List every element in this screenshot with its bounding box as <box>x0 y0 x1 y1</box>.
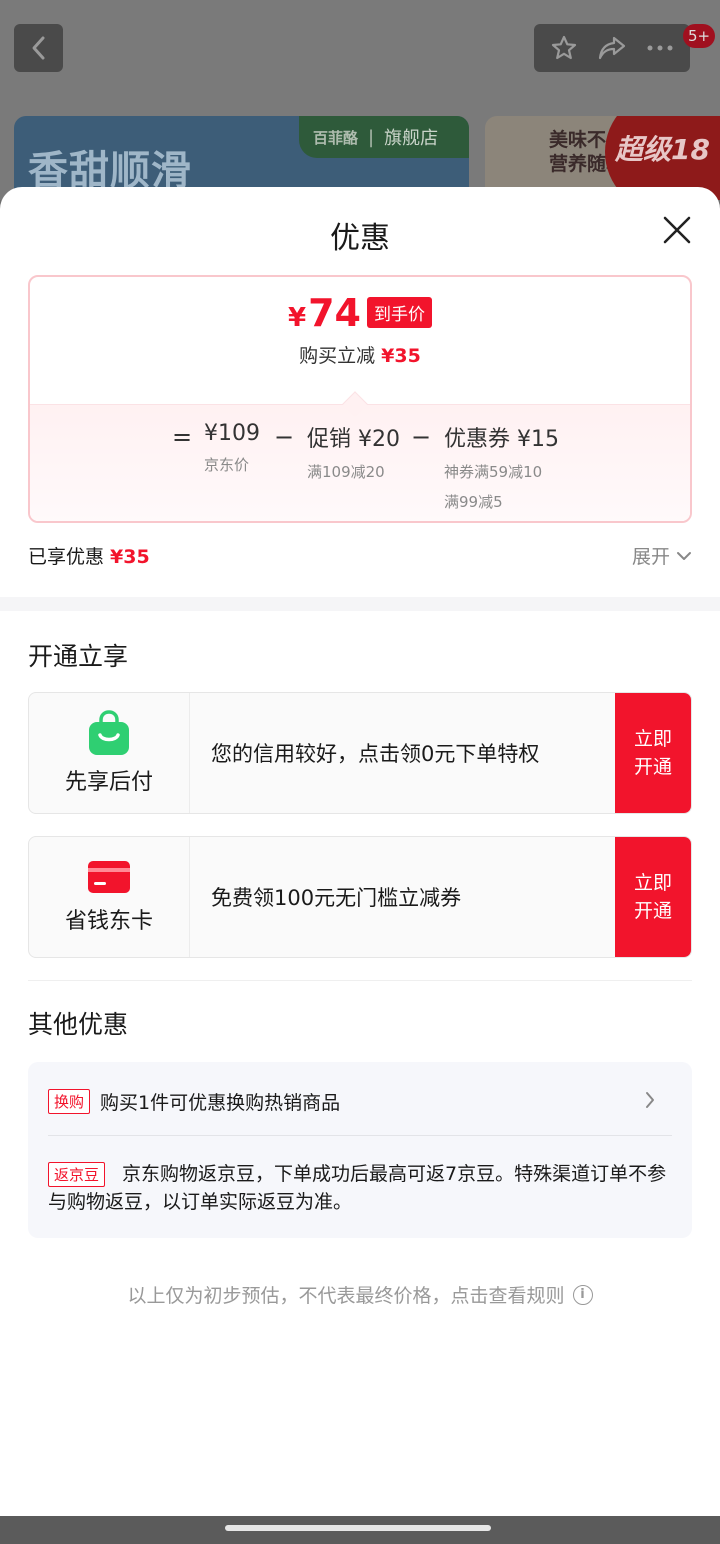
saving-card-brand: 省钱东卡 <box>29 837 190 957</box>
super-badge-text: 超级18 <box>615 133 710 166</box>
info-icon: i <box>572 1284 593 1305</box>
price-breakdown-card: ¥ 74 到手价 购买立减 ¥35 = ¥109 京东价 − 促销 ¥20 满10… <box>28 275 692 523</box>
other-section-title: 其他优惠 <box>28 1010 129 1039</box>
open-button-line-2: 开通 <box>633 900 672 922</box>
back-button[interactable] <box>14 24 63 72</box>
enjoyed-discount-label: 已享优惠 <box>28 546 105 568</box>
exchange-offer-row[interactable]: 换购 购买1件可优惠换购热销商品 <box>48 1086 672 1116</box>
open-button-line-2: 开通 <box>633 756 672 778</box>
promo-amount: 促销 ¥20 <box>307 427 400 452</box>
share-button[interactable] <box>592 28 632 68</box>
enjoyed-discount-amount: ¥35 <box>110 546 150 568</box>
rules-footnote[interactable]: 以上仅为初步预估，不代表最终价格，点击查看规则 i <box>0 1281 720 1308</box>
coupon-amount: 优惠券 ¥15 <box>444 427 559 452</box>
system-home-bar <box>0 1516 720 1544</box>
final-price-currency: ¥ <box>288 303 307 333</box>
coupon-desc-2: 满99减5 <box>444 493 503 511</box>
share-icon <box>598 36 626 60</box>
saving-card-name: 省钱东卡 <box>64 909 153 934</box>
store-tag: 百菲酪 | 旗舰店 <box>299 116 469 158</box>
chevron-down-icon <box>677 551 691 560</box>
price-calculation: = ¥109 京东价 − 促销 ¥20 满109减20 − 优惠券 ¥15 神券… <box>30 404 690 521</box>
jd-beans-text: 京东购物返京豆，下单成功后最高可返7京豆。特殊渠道订单不参与购物返豆，以订单实际… <box>48 1163 667 1213</box>
row-divider <box>48 1135 672 1136</box>
store-separator: | <box>368 126 375 148</box>
close-button[interactable] <box>658 211 696 249</box>
section-divider <box>0 597 720 611</box>
minus-sign: − <box>411 423 432 451</box>
pay-later-desc: 您的信用较好，点击领0元下单特权 <box>211 742 540 766</box>
open-card-pay-later[interactable]: 先享后付 您的信用较好，点击领0元下单特权 立即 开通 <box>28 692 692 814</box>
card-icon <box>88 861 130 893</box>
final-price-area: ¥ 74 到手价 购买立减 ¥35 <box>30 277 690 405</box>
jd-beans-chip: 返京豆 <box>48 1162 106 1187</box>
final-price-value: 74 <box>308 291 361 335</box>
enjoyed-discount-row: 已享优惠 ¥35 展开 <box>28 542 692 569</box>
open-section-title: 开通立享 <box>28 642 129 671</box>
jd-price: ¥109 <box>204 421 260 446</box>
home-indicator[interactable] <box>225 1525 491 1531</box>
shopping-bag-icon <box>89 710 129 755</box>
expand-label: 展开 <box>631 546 670 568</box>
promo-desc: 满109减20 <box>307 463 385 481</box>
instant-discount: 购买立减 ¥35 <box>30 341 690 368</box>
store-label: 旗舰店 <box>384 128 439 149</box>
jd-price-column: ¥109 京东价 <box>204 421 260 480</box>
divider <box>28 980 692 981</box>
chevron-right-icon <box>646 1092 654 1108</box>
top-actions <box>534 24 690 72</box>
equals-sign: = <box>172 423 193 451</box>
open-saving-card-button[interactable]: 立即 开通 <box>615 837 691 957</box>
discount-sheet: 优惠 ¥ 74 到手价 购买立减 ¥35 = ¥109 京东价 − 促销 ¥20… <box>0 187 720 1516</box>
expand-button[interactable]: 展开 <box>632 542 692 569</box>
saving-card-desc: 免费领100元无门槛立减券 <box>211 886 462 910</box>
open-button-line-1: 立即 <box>633 728 672 750</box>
star-icon <box>551 35 577 60</box>
background-page: 5+ 香甜顺滑 百菲酪 | 旗舰店 美味不 营养随心 超级18 <box>0 0 720 200</box>
minus-sign: − <box>274 423 295 451</box>
final-price: ¥ 74 <box>288 291 361 335</box>
close-icon <box>663 216 691 244</box>
open-button-line-1: 立即 <box>633 872 672 894</box>
final-price-tag: 到手价 <box>366 297 432 328</box>
coupon-desc-1: 神券满59减10 <box>444 463 543 481</box>
instant-discount-amount: ¥35 <box>381 345 421 367</box>
pay-later-name: 先享后付 <box>64 770 153 795</box>
jd-price-label: 京东价 <box>204 456 250 474</box>
enjoyed-discount: 已享优惠 ¥35 <box>28 542 150 569</box>
promo-column: 促销 ¥20 满109减20 <box>307 421 400 487</box>
sheet-title: 优惠 <box>330 221 390 256</box>
footnote-text: 以上仅为初步预估，不代表最终价格，点击查看规则 <box>127 1285 565 1307</box>
instant-discount-label: 购买立减 <box>299 345 376 367</box>
more-dots-icon <box>647 45 673 51</box>
brand-logo: 百菲酪 <box>313 128 359 147</box>
favorite-button[interactable] <box>544 28 584 68</box>
message-badge: 5+ <box>683 24 716 48</box>
other-discounts-list: 换购 购买1件可优惠换购热销商品 返京豆 京东购物返京豆，下单成功后最高可返7京… <box>28 1062 692 1238</box>
jd-beans-row: 返京豆 京东购物返京豆，下单成功后最高可返7京豆。特殊渠道订单不参与购物返豆，以… <box>48 1160 672 1216</box>
open-card-saving-card[interactable]: 省钱东卡 免费领100元无门槛立减券 立即 开通 <box>28 836 692 958</box>
exchange-offer-text: 购买1件可优惠换购热销商品 <box>100 1091 341 1114</box>
chevron-left-icon <box>32 36 44 60</box>
coupon-column: 优惠券 ¥15 神券满59减10 满99减5 <box>444 421 559 517</box>
more-button[interactable] <box>640 28 680 68</box>
open-pay-later-button[interactable]: 立即 开通 <box>615 693 691 813</box>
exchange-chip: 换购 <box>48 1088 91 1114</box>
pay-later-brand: 先享后付 <box>29 693 190 813</box>
